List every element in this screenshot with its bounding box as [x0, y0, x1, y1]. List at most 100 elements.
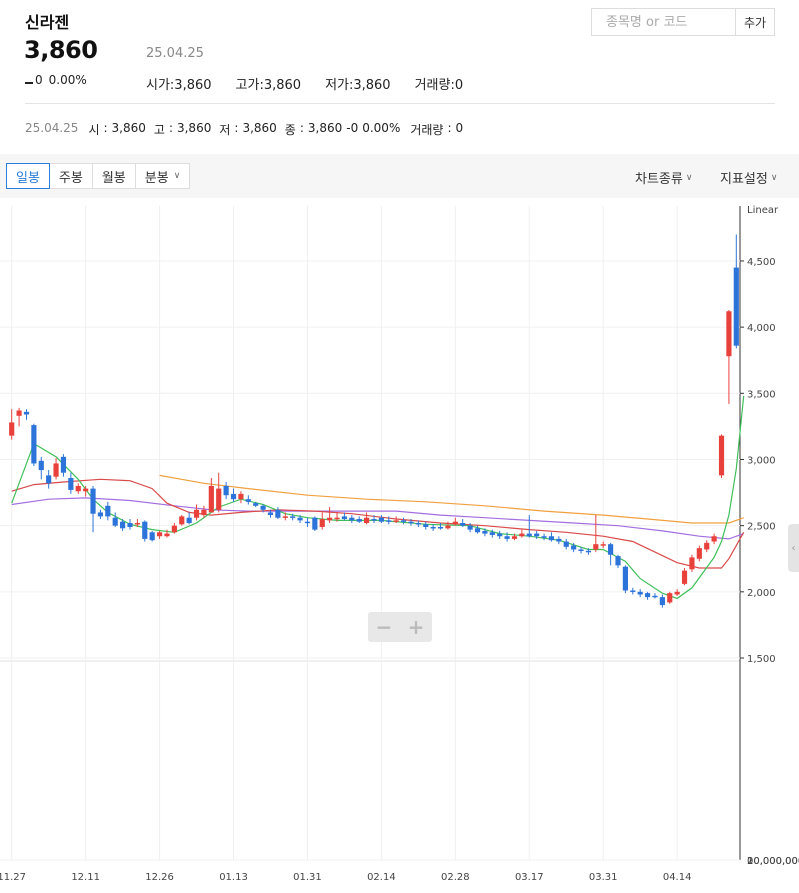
y-tick-label: 2,000 — [747, 588, 776, 599]
candle-body — [267, 512, 274, 516]
candle-body — [68, 478, 74, 490]
candle-body — [275, 509, 281, 518]
indicator-label: 지표설정 — [720, 172, 768, 187]
x-tick-label: 12.11 — [71, 872, 100, 883]
candle-body — [290, 516, 296, 518]
candle-body — [659, 597, 665, 606]
zoom-out-button[interactable]: − — [369, 615, 399, 639]
candle-body — [704, 542, 710, 550]
close-value: 3,860 — [307, 121, 343, 135]
y-tick-label: 4,000 — [747, 323, 776, 334]
header-divider — [25, 103, 775, 104]
candle-body — [164, 533, 170, 537]
stat-2: 저가:3,860 — [325, 78, 391, 93]
candle-body — [105, 505, 111, 517]
candle-body — [245, 499, 251, 502]
candle-body — [622, 566, 628, 591]
tab-monthly[interactable]: 월봉 — [92, 163, 136, 189]
period-tabs: 일봉 주봉 월봉 분봉 ∨ — [6, 163, 191, 189]
zoom-controls: − + — [368, 612, 432, 642]
chart-type-dropdown[interactable]: 차트종류 ∨ — [635, 168, 692, 187]
chevron-down-icon: ∨ — [770, 172, 778, 183]
candle-body — [208, 485, 214, 513]
y-tick-label: 1,500 — [747, 654, 776, 665]
change-value: 0 — [35, 73, 43, 87]
ohlc-readout: 25.04.25 시:3,860 고:3,860 저:3,860 종:3,860… — [25, 121, 464, 137]
candle-body — [156, 532, 163, 537]
scale-label: Linear — [747, 205, 779, 216]
candle-body — [260, 505, 266, 510]
tab-minute[interactable]: 분봉 ∨ — [135, 163, 191, 189]
volume-value: 0 — [455, 121, 464, 135]
candle-body — [534, 533, 540, 537]
ohlc-date: 25.04.25 — [25, 121, 79, 135]
stock-search-input[interactable] — [592, 9, 736, 35]
candle-body — [445, 525, 451, 529]
candle-body — [696, 548, 702, 559]
candle-body — [519, 533, 525, 537]
x-tick-label: 01.31 — [293, 872, 322, 883]
stat-0: 시가:3,860 — [146, 78, 212, 93]
chart-toolbar: 일봉 주봉 월봉 분봉 ∨ 차트종류 ∨ 지표설정 ∨ — [0, 154, 799, 198]
candle-body — [393, 520, 399, 522]
candle-body — [563, 541, 569, 547]
chart-area[interactable]: 11.27 12.11 12.26 01.13 01.31 02.14 02.28 03.17… — [0, 198, 799, 893]
indicator-dropdown[interactable]: 지표설정 ∨ — [720, 168, 777, 187]
candle-body — [667, 593, 673, 603]
price-stats: 시가:3,860 고가:3,860 저가:3,860 거래량:0 — [146, 74, 463, 93]
side-panel-toggle[interactable]: ‹ — [788, 524, 799, 572]
candle-body — [90, 488, 96, 514]
candle-body — [23, 411, 30, 415]
x-tick-label: 11.27 — [0, 872, 26, 883]
open-value: 3,860 — [111, 121, 146, 135]
add-button[interactable]: 추가 — [735, 8, 775, 36]
chevron-down-icon: ∨ — [685, 172, 693, 183]
candle-body — [371, 519, 377, 521]
candle-body — [171, 525, 177, 533]
candle-body — [548, 536, 555, 541]
candle-body — [149, 532, 155, 541]
candle-body — [644, 593, 651, 598]
candle-body — [238, 493, 244, 500]
price-change: 0 0.00% — [25, 73, 87, 87]
candle-body — [556, 538, 562, 542]
low-value: 3,860 — [242, 121, 277, 135]
candle-body — [142, 521, 148, 539]
low-label: 저 — [219, 123, 231, 137]
candle-body — [452, 521, 458, 525]
ma60-line — [11, 497, 744, 540]
candle-body — [615, 556, 621, 566]
stock-chart[interactable]: 11.27 12.11 12.26 01.13 01.31 02.14 02.28 03.17… — [0, 198, 799, 893]
tab-daily[interactable]: 일봉 — [6, 163, 50, 189]
candle-body — [282, 516, 288, 518]
candle-body — [430, 526, 436, 529]
candle-body — [223, 485, 229, 496]
candle-body — [349, 517, 355, 521]
candle-body — [578, 549, 584, 551]
candle-body — [504, 536, 510, 539]
zoom-in-button[interactable]: + — [401, 615, 431, 639]
flat-dash-icon — [25, 82, 33, 84]
candle-body — [408, 521, 414, 524]
stat-3: 거래량:0 — [414, 78, 464, 93]
x-tick-label: 04.14 — [663, 872, 692, 883]
candle-body — [630, 590, 636, 593]
stock-name: 신라젠 — [25, 13, 70, 32]
candle-body — [460, 523, 466, 526]
candle-body — [674, 591, 680, 595]
candle-body — [46, 475, 52, 484]
close-label: 종 — [284, 123, 296, 137]
chevron-down-icon: ∨ — [173, 171, 181, 181]
candle-body — [423, 524, 429, 527]
change-percent: 0.00% — [48, 73, 87, 87]
candle-body — [718, 435, 725, 476]
candle-body — [474, 528, 481, 533]
stat-1: 고가:3,860 — [235, 78, 302, 93]
candle-body — [652, 595, 658, 598]
candle-body — [127, 523, 133, 527]
candle-body — [526, 533, 532, 537]
candle-body — [83, 488, 89, 492]
candle-body — [319, 519, 325, 527]
candle-body — [297, 517, 303, 521]
tab-weekly[interactable]: 주봉 — [49, 163, 93, 189]
